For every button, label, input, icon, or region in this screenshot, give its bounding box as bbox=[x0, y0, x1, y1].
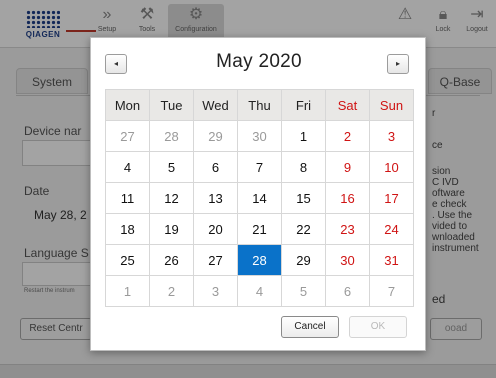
day-cell-other-month[interactable]: 4 bbox=[237, 275, 282, 307]
day-cell-other-month[interactable]: 1 bbox=[105, 275, 150, 307]
day-cell-weekend[interactable]: 17 bbox=[369, 182, 414, 214]
day-cell[interactable]: 8 bbox=[281, 151, 326, 183]
weekday-wed: Wed bbox=[193, 89, 238, 121]
weekday-header-row: Mon Tue Wed Thu Fri Sat Sun bbox=[105, 89, 414, 121]
day-cell[interactable]: 6 bbox=[193, 151, 238, 183]
date-picker-dialog: ◂ May 2020 ▸ Mon Tue Wed Thu Fri Sat Sun… bbox=[90, 37, 426, 351]
day-cell-weekend[interactable]: 23 bbox=[325, 213, 370, 245]
day-cell-weekend[interactable]: 3 bbox=[369, 120, 414, 152]
day-cell[interactable]: 29 bbox=[281, 244, 326, 276]
day-cell[interactable]: 1 bbox=[281, 120, 326, 152]
next-month-button[interactable]: ▸ bbox=[387, 54, 409, 74]
day-cell-weekend[interactable]: 24 bbox=[369, 213, 414, 245]
day-cell-other-month[interactable]: 5 bbox=[281, 275, 326, 307]
day-cell-other-month[interactable]: 30 bbox=[237, 120, 282, 152]
day-cell-other-month[interactable]: 7 bbox=[369, 275, 414, 307]
day-cell[interactable]: 7 bbox=[237, 151, 282, 183]
day-cell[interactable]: 12 bbox=[149, 182, 194, 214]
day-cell[interactable]: 20 bbox=[193, 213, 238, 245]
weekday-thu: Thu bbox=[237, 89, 282, 121]
day-cell-other-month[interactable]: 27 bbox=[105, 120, 150, 152]
day-cell[interactable]: 11 bbox=[105, 182, 150, 214]
day-cell[interactable]: 14 bbox=[237, 182, 282, 214]
day-cell-other-month[interactable]: 6 bbox=[325, 275, 370, 307]
day-cell-other-month[interactable]: 29 bbox=[193, 120, 238, 152]
weekday-sun: Sun bbox=[369, 89, 414, 121]
chevron-left-icon: ◂ bbox=[113, 59, 118, 68]
day-cell-selected[interactable]: 28 bbox=[237, 244, 282, 276]
weekday-tue: Tue bbox=[149, 89, 194, 121]
day-cell[interactable]: 21 bbox=[237, 213, 282, 245]
chevron-right-icon: ▸ bbox=[395, 59, 400, 68]
day-cell-weekend[interactable]: 2 bbox=[325, 120, 370, 152]
day-cell[interactable]: 4 bbox=[105, 151, 150, 183]
day-cell-other-month[interactable]: 3 bbox=[193, 275, 238, 307]
calendar-grid: Mon Tue Wed Thu Fri Sat Sun 27 28 29 30 … bbox=[105, 89, 414, 307]
day-cell[interactable]: 18 bbox=[105, 213, 150, 245]
month-year-title: May 2020 bbox=[216, 51, 302, 72]
week-row: 1 2 3 4 5 6 7 bbox=[105, 275, 414, 307]
day-cell[interactable]: 19 bbox=[149, 213, 194, 245]
week-row: 18 19 20 21 22 23 24 bbox=[105, 213, 414, 245]
day-cell-weekend[interactable]: 31 bbox=[369, 244, 414, 276]
day-cell[interactable]: 13 bbox=[193, 182, 238, 214]
cancel-button[interactable]: Cancel bbox=[281, 316, 339, 338]
weekday-mon: Mon bbox=[105, 89, 150, 121]
ok-button[interactable]: OK bbox=[349, 316, 407, 338]
day-cell[interactable]: 22 bbox=[281, 213, 326, 245]
day-cell-weekend[interactable]: 10 bbox=[369, 151, 414, 183]
week-row: 11 12 13 14 15 16 17 bbox=[105, 182, 414, 214]
previous-month-button[interactable]: ◂ bbox=[105, 54, 127, 74]
day-cell[interactable]: 5 bbox=[149, 151, 194, 183]
day-cell-other-month[interactable]: 2 bbox=[149, 275, 194, 307]
week-row: 4 5 6 7 8 9 10 bbox=[105, 151, 414, 183]
day-cell[interactable]: 15 bbox=[281, 182, 326, 214]
day-cell[interactable]: 26 bbox=[149, 244, 194, 276]
day-cell-weekend[interactable]: 16 bbox=[325, 182, 370, 214]
weekday-fri: Fri bbox=[281, 89, 326, 121]
day-cell-weekend[interactable]: 9 bbox=[325, 151, 370, 183]
day-cell[interactable]: 27 bbox=[193, 244, 238, 276]
week-row: 25 26 27 28 29 30 31 bbox=[105, 244, 414, 276]
day-cell[interactable]: 25 bbox=[105, 244, 150, 276]
day-cell-weekend[interactable]: 30 bbox=[325, 244, 370, 276]
day-cell-other-month[interactable]: 28 bbox=[149, 120, 194, 152]
weekday-sat: Sat bbox=[325, 89, 370, 121]
week-row: 27 28 29 30 1 2 3 bbox=[105, 120, 414, 152]
